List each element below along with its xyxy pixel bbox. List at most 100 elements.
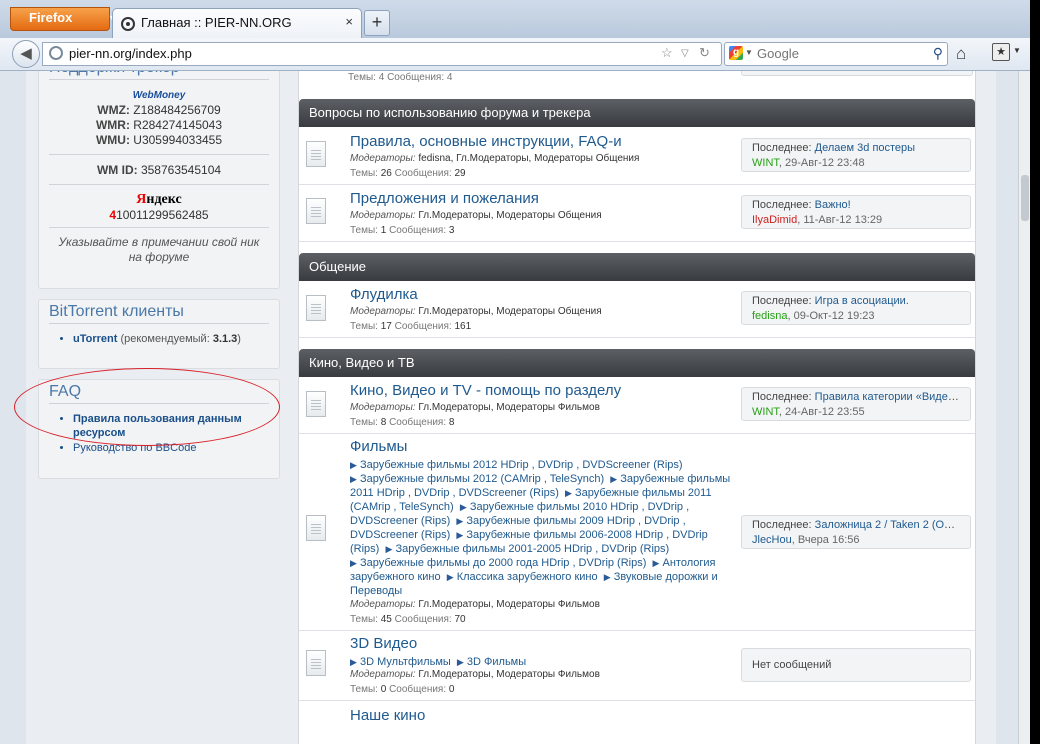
subforum-link[interactable]: Зарубежные фильмы 2012 (CAMrip , TeleSyn… <box>360 473 604 485</box>
wmu-row: WMU: U305994033455 <box>95 133 223 147</box>
last-post-link[interactable]: Важно! <box>815 199 851 211</box>
subforum-arrow-icon: ▶ <box>459 502 467 512</box>
forum-row: Флудилка Модераторы: Гл.Модераторы, Моде… <box>299 281 975 338</box>
forum-row: 3D Видео ▶ 3D Мультфильмы ▶ 3D Фильмы Мо… <box>299 630 975 701</box>
webmoney-logo-text: WebMoney <box>132 90 186 101</box>
forum-title[interactable]: Правила, основные инструкции, FAQ-и <box>350 133 622 150</box>
back-arrow-icon: ◀ <box>20 45 32 62</box>
support-title: Поддержи трекер <box>49 71 269 80</box>
divider <box>49 184 269 185</box>
last-post-box: Последнее: Важно! IlyaDimid, 11-Авг-12 13… <box>741 195 971 229</box>
faq-link-bbcode[interactable]: Руководство по BBCode <box>73 441 279 455</box>
firefox-menu-button[interactable]: Firefox▼ <box>10 7 117 31</box>
last-post-link[interactable]: Игра в асоциации. <box>815 295 909 307</box>
forum-row: Наше кино <box>299 700 975 744</box>
last-post-link[interactable]: Делаем 3d постеры <box>815 142 915 154</box>
last-post-box: Последнее: Правила категории «Видео» WINT… <box>741 387 971 421</box>
subforum-link[interactable]: Зарубежные фильмы до 2000 года HDrip , D… <box>360 557 646 569</box>
last-post-user[interactable]: fedisna <box>752 310 787 322</box>
bittorrent-title: BitTorrent клиенты <box>49 300 269 324</box>
scrollbar-thumb[interactable] <box>1021 175 1029 221</box>
tab-strip: Firefox▼ Главная :: PIER-NN.ORG × + <box>0 0 1030 39</box>
engine-dropdown-icon[interactable]: ▼ <box>745 48 753 57</box>
search-input[interactable] <box>757 45 917 61</box>
forum-moderators: Модераторы: Гл.Модераторы, Модераторы Об… <box>350 306 602 317</box>
subforum-list: ▶ Зарубежные фильмы 2012 HDrip , DVDrip … <box>350 458 735 598</box>
forum-stats: Темы: 0 Сообщения: 0 <box>350 684 455 695</box>
address-bar[interactable]: pier-nn.org/index.php ☆ ▽ ↻ <box>42 42 722 66</box>
subforum-arrow-icon: ▶ <box>350 657 357 667</box>
home-icon[interactable]: ⌂ <box>956 44 966 64</box>
yandex-account: 410011299562485 <box>109 208 209 222</box>
bittorrent-list: uTorrent (рекомендуемый: 3.1.3) <box>39 332 279 346</box>
forum-stats: Темы: 45 Сообщения: 70 <box>350 614 466 625</box>
new-tab-button[interactable]: + <box>364 10 390 36</box>
forum-title[interactable]: Предложения и пожелания <box>350 190 539 207</box>
yandex-logo: Яндекс <box>136 192 182 207</box>
category-header[interactable]: Общение <box>299 253 975 281</box>
forum-icon <box>306 391 326 417</box>
forum-title[interactable]: Флудилка <box>350 286 418 303</box>
forum-stats: Темы: 26 Сообщения: 29 <box>350 168 466 179</box>
subforum-link[interactable]: Зарубежные фильмы 2012 HDrip , DVDrip , … <box>360 459 683 471</box>
support-box: Поддержи трекер WebMoney WMZ: Z188484256… <box>38 71 280 289</box>
last-post-link[interactable]: Правила категории «Видео» <box>815 391 960 403</box>
subforum-link[interactable]: Классика зарубежного кино <box>457 571 598 583</box>
subforum-link[interactable]: 3D Фильмы <box>467 656 526 668</box>
subforum-arrow-icon: ▶ <box>652 558 660 568</box>
bookmarks-icon[interactable]: ★ <box>992 43 1010 61</box>
vertical-scrollbar[interactable] <box>1018 71 1030 744</box>
subforum-link[interactable]: 3D Мультфильмы <box>360 656 451 668</box>
tab-title: Главная :: PIER-NN.ORG <box>141 15 292 30</box>
history-dropdown-icon[interactable]: ▽ <box>681 48 689 59</box>
wmr-value: R284274145043 <box>133 118 223 132</box>
last-post-box <box>741 71 973 76</box>
webmoney-logo: WebMoney <box>39 87 279 101</box>
forum-stats: Темы: 8 Сообщения: 8 <box>350 417 455 428</box>
forum-title[interactable]: Кино, Видео и TV - помощь по разделу <box>350 382 621 399</box>
forum-row: Правила, основные инструкции, FAQ-и Моде… <box>299 127 975 185</box>
forum-moderators: Модераторы: Гл.Модераторы, Модераторы Фи… <box>350 669 600 680</box>
forum-list: Темы: 4 Сообщения: 4 Вопросы по использо… <box>298 71 976 744</box>
faq-link-rules[interactable]: Правила пользования данным ресурсом <box>73 412 279 440</box>
webmoney-block: WebMoney WMZ: Z188484256709 WMR: R284274… <box>39 87 279 148</box>
divider <box>49 227 269 228</box>
search-box[interactable]: g ▼ ⚲ <box>724 42 948 66</box>
last-post-link[interactable]: Заложница 2 / Taken 2 (Оливье Мега... <box>815 519 970 531</box>
bookmark-star-icon[interactable]: ☆ <box>661 45 673 61</box>
last-post-user[interactable]: JlecHou <box>752 534 792 546</box>
back-button[interactable]: ◀ <box>12 40 40 68</box>
page-body: Поддержи трекер WebMoney WMZ: Z188484256… <box>26 71 996 744</box>
forum-title[interactable]: 3D Видео <box>350 635 417 652</box>
subforum-arrow-icon: ▶ <box>350 558 357 568</box>
no-posts-label: Нет сообщений <box>752 659 832 671</box>
close-tab-icon[interactable]: × <box>345 14 353 29</box>
category-header[interactable]: Кино, Видео и ТВ <box>299 349 975 377</box>
last-post-user[interactable]: IlyaDimid <box>752 214 797 226</box>
subforum-link[interactable]: Зарубежные фильмы 2001-2005 HDrip , DVDr… <box>395 543 669 555</box>
url-text[interactable]: pier-nn.org/index.php <box>69 46 192 61</box>
wmid-row: WM ID: 358763545104 <box>96 163 222 177</box>
forum-row: Предложения и пожелания Модераторы: Гл.М… <box>299 184 975 242</box>
tab-main[interactable]: Главная :: PIER-NN.ORG × <box>112 8 362 39</box>
subforum-list: ▶ 3D Мультфильмы ▶ 3D Фильмы <box>350 655 735 669</box>
bookmarks-dropdown-icon[interactable]: ▼ <box>1013 46 1021 55</box>
last-post-user[interactable]: WINT <box>752 157 779 169</box>
last-post-box: Нет сообщений <box>741 648 971 682</box>
forum-moderators: Модераторы: Гл.Модераторы, Модераторы Фи… <box>350 402 600 413</box>
search-icon[interactable]: ⚲ <box>933 45 943 62</box>
utorrent-link[interactable]: uTorrent <box>73 333 117 345</box>
category-header[interactable]: Вопросы по использованию форума и трекер… <box>299 99 975 127</box>
google-engine-icon[interactable]: g <box>729 46 743 60</box>
forum-title[interactable]: Фильмы <box>350 438 407 455</box>
forum-icon <box>306 198 326 224</box>
reload-icon[interactable]: ↻ <box>699 45 710 61</box>
navigation-toolbar: ◀ pier-nn.org/index.php ☆ ▽ ↻ g ▼ ⚲ ⌂ ★ … <box>0 38 1030 71</box>
last-post-user[interactable]: WINT <box>752 406 779 418</box>
wmu-value: U305994033455 <box>133 133 223 147</box>
forum-title[interactable]: Наше кино <box>350 707 425 724</box>
forum-stats: Темы: 17 Сообщения: 161 <box>350 321 472 332</box>
wmr-row: WMR: R284274145043 <box>95 118 223 132</box>
subforum-arrow-icon: ▶ <box>603 572 611 582</box>
divider <box>49 154 269 155</box>
